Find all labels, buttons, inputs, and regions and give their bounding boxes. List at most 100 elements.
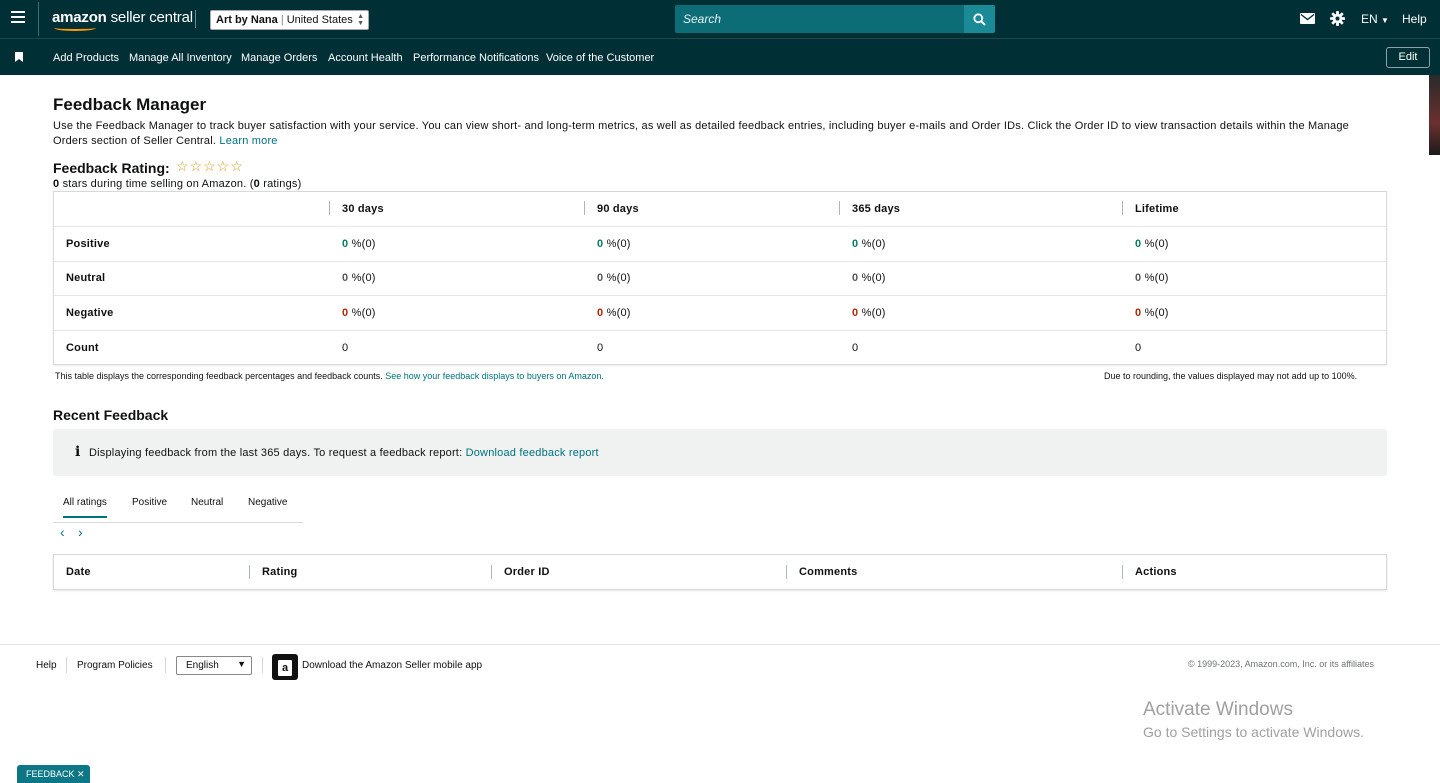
table-cell: 0 %(0) [852,261,886,295]
copyright: © 1999-2023, Amazon.com, Inc. or its aff… [1188,659,1375,669]
cell-percent: %(0) [1144,307,1169,319]
nav-add-products[interactable]: Add Products [53,52,119,64]
table-note-text: This table displays the corresponding fe… [55,371,383,381]
footer-language-value: English [186,660,219,671]
download-report-link[interactable]: Download feedback report [466,447,599,459]
nav-account-health[interactable]: Account Health [328,52,403,64]
table-cell: 0 [342,342,349,354]
cell-value: 0 [1135,238,1142,250]
row-label: Count [66,342,99,354]
buyer-view-link[interactable]: See how your feedback displays to buyers… [385,371,604,381]
row-label: Neutral [66,272,106,284]
footer-language-select[interactable]: English ▼ [176,656,252,675]
chevron-down-icon: ▼ [237,659,246,669]
table-cell: 0 %(0) [342,296,376,330]
tab-neutral[interactable]: Neutral [191,497,223,516]
cell-percent: %(0) [861,307,886,319]
column-divider [786,565,787,579]
table-cell: 0 %(0) [342,261,376,295]
page-description: Use the Feedback Manager to track buyer … [53,119,1383,149]
nav-performance-notifications[interactable]: Performance Notifications [413,52,539,64]
row-label: Negative [66,307,114,319]
divider [66,657,67,673]
divider [38,2,39,36]
footer-program-policies-link[interactable]: Program Policies [77,660,153,671]
cell-value: 0 [1135,307,1142,319]
table-row-negative: Negative 0 %(0) 0 %(0) 0 %(0) 0 %(0) [54,296,1386,331]
table-cell: 0 [597,342,604,354]
recent-feedback-title: Recent Feedback [53,407,169,423]
column-header: 90 days [597,203,639,215]
edit-button[interactable]: Edit [1386,47,1430,68]
cell-percent: %(0) [606,238,631,250]
bookmark-icon[interactable] [15,52,23,62]
tab-negative[interactable]: Negative [248,497,287,516]
nav-voice-of-the-customer[interactable]: Voice of the Customer [546,52,654,64]
cell-value: 0 [597,272,604,284]
cell-value: 0 [597,307,604,319]
caret-down-icon: ▼ [1381,16,1389,25]
search-button[interactable] [964,5,995,33]
side-thumbnail [1429,75,1440,155]
column-header: Comments [799,566,858,578]
tab-positive[interactable]: Positive [132,497,167,516]
amazon-app-icon[interactable]: a [272,654,298,680]
cell-value: 0 [597,238,604,250]
nav-manage-all-inventory[interactable]: Manage All Inventory [129,52,232,64]
search-input[interactable] [675,5,965,33]
table-cell: 0 %(0) [852,296,886,330]
table-cell: 0 [852,342,859,354]
column-divider [1122,201,1123,215]
account-switcher[interactable]: Art by Nana | United States ▲ ▼ [210,10,369,30]
tab-all-ratings[interactable]: All ratings [63,497,107,518]
cell-percent: %(0) [606,272,631,284]
divider [195,10,196,28]
cell-value: 0 [342,238,349,250]
table-cell: 0 %(0) [597,261,631,295]
mobile-app-link[interactable]: Download the Amazon Seller mobile app [302,660,482,671]
gear-icon[interactable] [1330,11,1345,26]
star-rating-icon: ☆☆☆☆☆ [176,158,244,174]
cell-value: 0 [852,272,859,284]
search-bar [675,5,995,33]
info-message: Displaying feedback from the last 365 da… [89,447,599,459]
table-row-positive: Positive 0 %(0) 0 %(0) 0 %(0) 0 %(0) [54,227,1386,262]
table-note: This table displays the corresponding fe… [55,371,604,381]
table-row-neutral: Neutral 0 %(0) 0 %(0) 0 %(0) 0 %(0) [54,261,1386,296]
windows-activation-watermark: Activate Windows Go to Settings to activ… [1143,699,1364,740]
cell-value: 0 [852,307,859,319]
cell-percent: %(0) [861,272,886,284]
amazon-seller-central-logo[interactable]: amazon seller central [52,9,193,31]
next-page-icon[interactable]: › [78,524,83,540]
nav-manage-orders[interactable]: Manage Orders [241,52,317,64]
learn-more-link[interactable]: Learn more [219,135,277,147]
row-label: Positive [66,238,110,250]
help-link[interactable]: Help [1402,12,1427,26]
rating-tabs: All ratings Positive Neutral Negative [53,490,303,523]
column-divider [491,565,492,579]
prev-page-icon[interactable]: ‹ [60,524,65,540]
account-store: Art by Nana [216,14,278,26]
rating-text-end: ratings) [263,178,302,190]
cell-percent: %(0) [606,307,631,319]
feedback-button[interactable]: FEEDBACK ✕ [17,765,90,783]
table-cell: 0 %(0) [342,227,376,261]
divider [165,657,166,673]
mail-icon[interactable] [1300,13,1315,24]
language-selector[interactable]: EN ▼ [1361,12,1389,26]
watermark-title: Activate Windows [1143,699,1293,720]
page-title: Feedback Manager [53,95,207,114]
column-header: Lifetime [1135,203,1179,215]
menu-icon[interactable] [11,11,25,25]
table-cell: 0 %(0) [597,227,631,261]
search-icon [973,12,986,26]
cell-value: 0 [1135,272,1142,284]
table-cell: 0 [1135,342,1142,354]
updown-icon: ▲ ▼ [357,13,364,27]
table-header-row: 30 days 90 days 365 days Lifetime [54,192,1386,227]
cell-percent: %(0) [861,238,886,250]
footer-help-link[interactable]: Help [36,660,57,671]
divider [262,657,263,673]
cell-value: 0 [342,272,349,284]
watermark-subtitle: Go to Settings to activate Windows. [1143,724,1364,740]
